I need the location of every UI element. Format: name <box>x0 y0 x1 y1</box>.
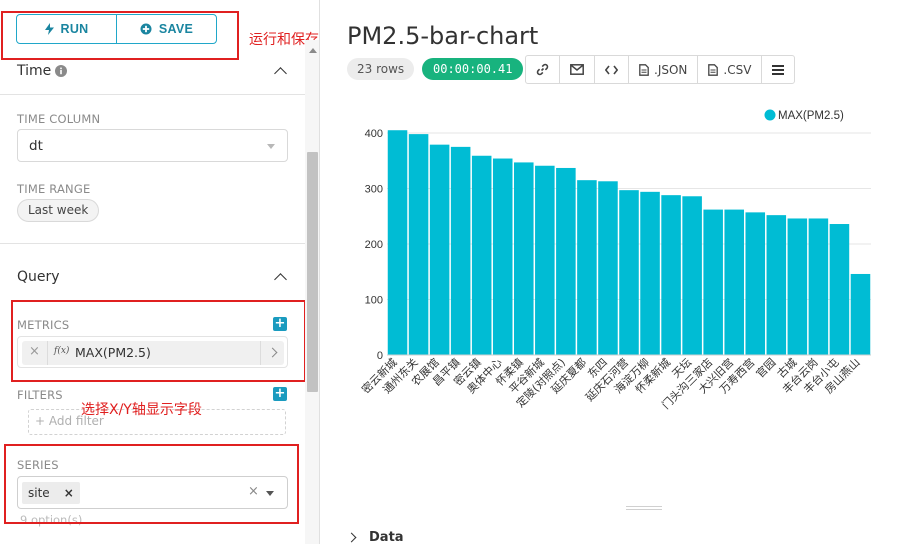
legend-label: MAX(PM2.5) <box>778 110 844 122</box>
panel-divider <box>319 0 320 544</box>
row-count-badge: 23 rows <box>347 58 415 80</box>
bar <box>619 190 639 355</box>
y-tick-label: 100 <box>365 295 383 307</box>
divider <box>0 94 305 95</box>
bar <box>766 215 787 355</box>
add-filter-button[interactable]: + <box>273 387 287 401</box>
scroll-up-arrow-icon[interactable] <box>309 48 317 53</box>
more-menu-button[interactable] <box>761 56 794 83</box>
bar <box>492 158 513 355</box>
bar <box>408 134 429 355</box>
bar <box>387 130 408 355</box>
time-range-label: TIME RANGE <box>17 182 91 196</box>
chart-title: PM2.5-bar-chart <box>347 22 539 50</box>
embed-code-button[interactable] <box>594 56 628 83</box>
bar <box>850 273 871 355</box>
resize-handle[interactable] <box>626 506 662 512</box>
share-link-button[interactable] <box>526 56 559 83</box>
time-column-label: TIME COLUMN <box>17 112 101 126</box>
email-icon <box>570 64 584 75</box>
export-json-label: .JSON <box>654 62 688 77</box>
bar <box>535 165 555 355</box>
bar <box>724 209 744 355</box>
y-tick-label: 0 <box>377 350 383 362</box>
query-section-title: Query <box>17 269 60 285</box>
bar <box>829 224 850 355</box>
y-tick-label: 300 <box>365 184 383 196</box>
link-icon <box>536 63 549 76</box>
divider <box>0 243 305 244</box>
export-json-button[interactable]: .JSON <box>628 56 697 83</box>
bar <box>703 209 723 355</box>
scrollbar-thumb[interactable] <box>307 152 318 392</box>
chart-toolbar: .JSON .CSV <box>525 55 796 84</box>
y-tick-label: 400 <box>365 128 383 140</box>
time-section-title: Time <box>17 63 52 79</box>
collapse-query-chevron-icon[interactable] <box>274 273 287 286</box>
y-tick-label: 200 <box>365 239 383 251</box>
app-root: RUN SAVE Time TIME COLUMN dt TIME RANGE … <box>0 0 920 544</box>
bar <box>556 167 576 355</box>
time-column-value: dt <box>29 138 43 154</box>
annotation-axis-fields: 选择X/Y轴显示字段 <box>81 402 202 418</box>
bar <box>514 162 534 355</box>
filters-label: FILTERS <box>17 388 63 402</box>
time-column-select[interactable]: dt <box>17 129 288 162</box>
share-email-button[interactable] <box>559 56 594 83</box>
bar-chart: 0100200300400密云新城通州东关农展馆昌平镇密云镇奥体中心怀柔镇平谷新… <box>359 109 871 412</box>
code-icon <box>605 65 618 74</box>
export-csv-button[interactable]: .CSV <box>697 56 761 83</box>
bar <box>471 155 492 355</box>
bar <box>661 195 681 355</box>
chevron-right-icon <box>346 532 357 543</box>
data-section-label: Data <box>369 530 404 544</box>
time-section-header[interactable]: Time <box>17 63 68 79</box>
bar <box>429 144 450 355</box>
annotation-box-actions <box>1 11 239 60</box>
menu-icon <box>772 64 785 75</box>
file-icon <box>639 63 649 76</box>
export-csv-label: .CSV <box>723 62 752 77</box>
legend-marker <box>764 109 776 121</box>
control-panel: RUN SAVE Time TIME COLUMN dt TIME RANGE … <box>0 0 320 544</box>
bar <box>745 212 766 355</box>
file-icon <box>708 63 719 76</box>
bar <box>682 196 702 355</box>
dropdown-caret-icon <box>267 144 275 149</box>
data-section-toggle[interactable]: Data <box>346 530 404 544</box>
bar <box>450 146 471 355</box>
bar <box>808 218 829 355</box>
annotation-box-metrics <box>11 300 306 382</box>
elapsed-time-badge: 00:00:00.41 <box>422 58 524 80</box>
annotation-box-series <box>4 444 299 524</box>
bar <box>598 181 618 355</box>
x-tick-label: 官园 <box>753 355 778 380</box>
bar <box>640 191 660 355</box>
info-icon <box>55 65 68 77</box>
bar <box>577 180 597 355</box>
time-range-pill[interactable]: Last week <box>17 199 100 222</box>
bar <box>787 218 808 355</box>
collapse-time-chevron-icon[interactable] <box>274 67 287 80</box>
query-section-header[interactable]: Query <box>17 269 60 285</box>
